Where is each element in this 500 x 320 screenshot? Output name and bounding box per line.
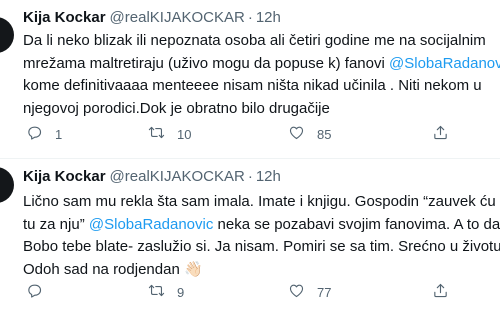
reply-button[interactable]: 1 (26, 124, 62, 144)
tweet[interactable]: Kija Kockar @realKIJAKOCKAR · 12h Lično sam… (0, 159, 500, 320)
tweet-text-segment: neka se pozabavi svojim fanovima. A to d… (213, 215, 500, 233)
user-handle[interactable]: @realKIJAKOCKAR (110, 9, 245, 26)
tweet-text: Lično sam mu rekla šta sam imala. Imate … (23, 191, 500, 281)
tweet-text-segment: Da li neko blizak ili nepoznata osoba al… (23, 32, 486, 49)
tweet[interactable]: Kija Kockar @realKIJAKOCKAR · 12h Da li nek… (0, 0, 500, 150)
reply-icon (26, 124, 43, 144)
retweet-button[interactable]: 10 (148, 124, 191, 144)
share-button[interactable] (432, 282, 449, 302)
tweet-text-segment: tu za nju” (23, 215, 89, 233)
tweet-text-segment: njegovoj porodici.Dok je obratno bilo dr… (23, 99, 330, 117)
tweet-text-line: kome definitivaaaa menteeee nisam ništa … (23, 75, 500, 98)
display-name[interactable]: Kija Kockar (23, 168, 106, 185)
tweet-header: Kija Kockar @realKIJAKOCKAR · 12h (23, 168, 281, 186)
reply-button[interactable] (26, 282, 55, 302)
share-icon (432, 282, 449, 302)
avatar[interactable] (0, 17, 14, 53)
tweet-text-line: mrežama maltretiraju (uživo mogu da popu… (23, 53, 500, 76)
separator-dot: · (247, 168, 253, 185)
tweet-text-line: njegovoj porodici.Dok je obratno bilo dr… (23, 98, 500, 121)
avatar[interactable] (0, 167, 14, 203)
tweet-header: Kija Kockar @realKIJAKOCKAR · 12h (23, 9, 281, 27)
tweet-text-segment: Bobo tebe blate- zaslužio si. Ja nisam. … (23, 238, 500, 255)
tweet-text-line: Odoh sad na rodjendan 👋🏻 (23, 259, 500, 282)
mention-link[interactable]: @SlobaRadanovic (389, 55, 500, 72)
retweet-count: 9 (177, 284, 185, 300)
like-count: 85 (317, 126, 332, 142)
display-name[interactable]: Kija Kockar (23, 9, 106, 26)
heart-icon (288, 282, 305, 302)
reply-icon (26, 282, 43, 302)
timestamp[interactable]: 12h (256, 168, 281, 185)
separator-dot: · (247, 9, 253, 26)
reply-count: 1 (55, 126, 63, 142)
user-handle[interactable]: @realKIJAKOCKAR (110, 168, 245, 185)
tweet-text-line: Lično sam mu rekla šta sam imala. Imate … (23, 191, 500, 214)
tweet-text: Da li neko blizak ili nepoznata osoba al… (23, 30, 500, 120)
tweet-text-line: Da li neko blizak ili nepoznata osoba al… (23, 30, 500, 53)
tweet-text-segment: Odoh sad na rodjendan 👋🏻 (23, 260, 203, 278)
retweet-count: 10 (177, 126, 192, 142)
like-button[interactable]: 77 (288, 282, 331, 302)
tweet-actions: 1 10 85 (0, 124, 500, 144)
share-icon (432, 124, 449, 144)
tweet-text-segment: Lično sam mu rekla šta sam imala. Imate … (23, 193, 500, 210)
timeline: Kija Kockar @realKIJAKOCKAR · 12h Da li nek… (0, 0, 500, 320)
share-button[interactable] (432, 124, 449, 144)
heart-icon (288, 124, 305, 144)
tweet-text-line: Bobo tebe blate- zaslužio si. Ja nisam. … (23, 236, 500, 259)
tweet-actions: 9 77 (0, 282, 500, 302)
tweet-text-segment: kome definitivaaaa menteeee nisam ništa … (23, 77, 482, 94)
like-button[interactable]: 85 (288, 124, 331, 144)
like-count: 77 (317, 284, 332, 300)
tweet-text-line: tu za nju” @SlobaRadanovic neka se pozab… (23, 214, 500, 237)
tweet-text-segment: mrežama maltretiraju (uživo mogu da popu… (23, 54, 389, 72)
retweet-icon (148, 124, 165, 144)
mention-link[interactable]: @SlobaRadanovic (89, 216, 213, 233)
retweet-icon (148, 282, 165, 302)
retweet-button[interactable]: 9 (148, 282, 184, 302)
timestamp[interactable]: 12h (256, 9, 281, 26)
